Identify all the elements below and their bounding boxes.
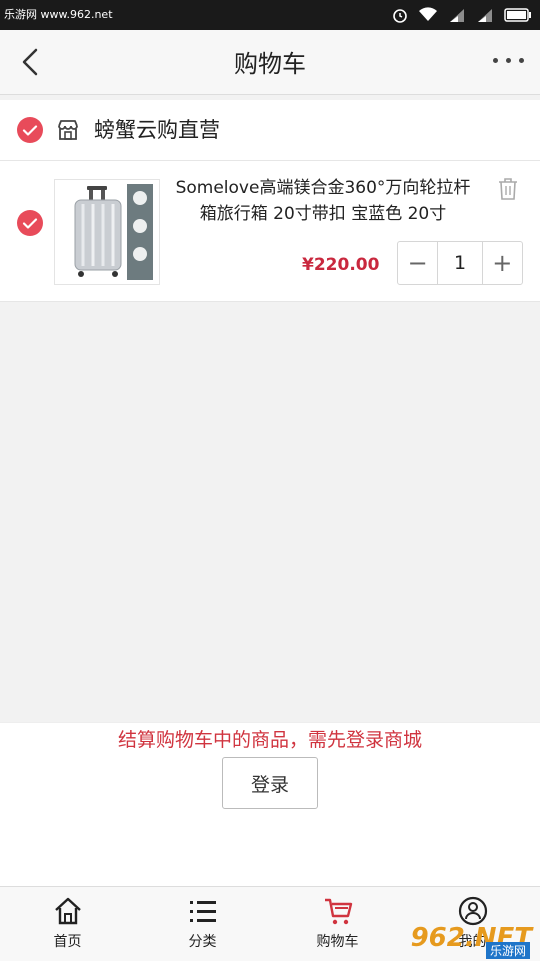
wifi-icon xyxy=(419,7,437,22)
page-title: 购物车 xyxy=(234,50,306,78)
product-title[interactable]: Somelove高端镁合金360°万向轮拉杆箱旅行箱 20寸带扣 宝蓝色 20寸 xyxy=(168,175,478,227)
signal-icon-2 xyxy=(478,9,492,22)
tab-home-label: 首页 xyxy=(53,934,82,950)
watermark-text: 乐游网 www.962.net xyxy=(4,8,113,21)
tab-home[interactable]: 首页 xyxy=(0,887,135,961)
suitcase-image xyxy=(55,180,159,284)
increment-button[interactable]: + xyxy=(483,242,522,284)
checkmark-icon xyxy=(22,125,38,136)
quantity-stepper: − 1 + xyxy=(397,241,523,285)
tab-category-label: 分类 xyxy=(188,934,217,950)
cart-item: Somelove高端镁合金360°万向轮拉杆箱旅行箱 20寸带扣 宝蓝色 20寸… xyxy=(0,161,540,302)
trash-icon[interactable] xyxy=(497,177,519,201)
home-icon xyxy=(54,897,81,925)
corner-watermark-sub: 乐游网 xyxy=(485,942,530,959)
list-icon xyxy=(189,901,216,922)
bottom-tab-bar: 首页 分类 购物车 我的 962.NET 乐游网 xyxy=(0,886,540,961)
checkout-login-panel: 结算购物车中的商品，需先登录商城 登录 xyxy=(0,722,540,887)
corner-watermark: 962.NET 乐游网 xyxy=(400,887,540,961)
tab-cart-label: 购物车 xyxy=(316,934,359,950)
store-checkbox[interactable] xyxy=(17,117,43,143)
decrement-button[interactable]: − xyxy=(398,242,437,284)
checkmark-icon xyxy=(22,218,38,229)
tab-cart[interactable]: 购物车 xyxy=(270,887,405,961)
store-icon xyxy=(58,120,78,140)
status-bar: 乐游网 www.962.net xyxy=(0,0,540,30)
alarm-icon xyxy=(393,9,407,23)
product-image[interactable] xyxy=(54,179,160,285)
quantity-value[interactable]: 1 xyxy=(437,242,483,284)
battery-icon xyxy=(504,8,531,22)
login-required-message: 结算购物车中的商品，需先登录商城 xyxy=(117,729,422,751)
cart-icon xyxy=(324,898,352,925)
product-price: ¥220.00 xyxy=(302,255,380,275)
page-header: 购物车 xyxy=(0,30,540,95)
tab-category[interactable]: 分类 xyxy=(135,887,270,961)
store-name[interactable]: 螃蟹云购直营 xyxy=(94,114,220,144)
status-icons xyxy=(392,5,532,25)
store-row: 螃蟹云购直营 xyxy=(0,100,540,161)
item-checkbox[interactable] xyxy=(17,210,43,236)
more-icon[interactable] xyxy=(493,58,524,63)
signal-icon xyxy=(450,9,464,22)
login-button[interactable]: 登录 xyxy=(222,757,318,809)
